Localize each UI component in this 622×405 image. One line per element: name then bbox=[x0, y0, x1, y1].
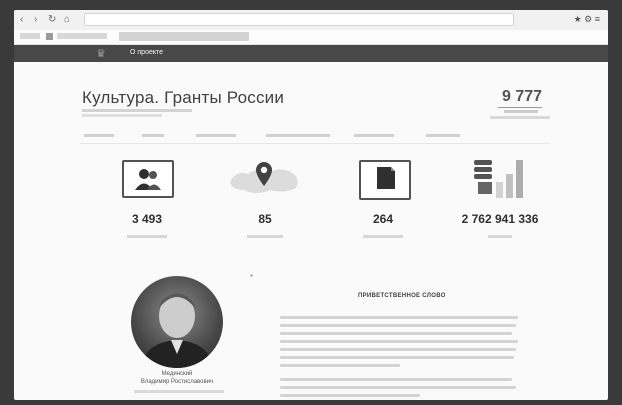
person-surname: Мединский bbox=[161, 371, 193, 377]
greeting-title: ПРИВЕТСТВЕННОЕ СЛОВО bbox=[358, 293, 446, 299]
text-line bbox=[280, 356, 514, 359]
text-line bbox=[280, 316, 518, 319]
people-icon bbox=[122, 160, 174, 198]
minister-photo bbox=[131, 276, 223, 368]
menu-item[interactable] bbox=[426, 134, 460, 137]
about-link[interactable]: О проекте bbox=[130, 49, 163, 56]
title-subtitle-line bbox=[82, 114, 162, 117]
menu-item[interactable] bbox=[84, 134, 114, 137]
stat-label bbox=[247, 235, 283, 238]
person-name: Мединский Владимир Ростиславович bbox=[114, 370, 240, 386]
menu-item[interactable] bbox=[142, 134, 164, 137]
address-bar[interactable] bbox=[84, 13, 514, 26]
stat-value-regions: 85 bbox=[258, 212, 272, 226]
site-topbar: ♛ О проекте bbox=[14, 45, 608, 62]
forward-icon[interactable]: › bbox=[34, 14, 37, 25]
total-count: 9 777 bbox=[501, 88, 543, 105]
home-icon[interactable]: ⌂ bbox=[64, 14, 70, 25]
browser-window: ‹ › ↻ ⌂ ★ ⚙ ≡ ♛ О проекте Культура. Гран… bbox=[14, 10, 608, 400]
document-icon bbox=[359, 160, 411, 200]
stat-label bbox=[488, 235, 512, 238]
reload-icon[interactable]: ↻ bbox=[48, 14, 56, 25]
total-label-line bbox=[504, 110, 538, 113]
total-label-line bbox=[490, 116, 550, 119]
browser-menu-icons[interactable]: ★ ⚙ ≡ bbox=[574, 14, 600, 25]
title-subtitle-line bbox=[82, 109, 192, 112]
menu-item[interactable] bbox=[196, 134, 236, 137]
menu-item[interactable] bbox=[266, 134, 330, 137]
stat-label bbox=[363, 235, 403, 238]
text-line bbox=[280, 386, 516, 389]
text-line bbox=[280, 324, 516, 327]
bookmark-item[interactable] bbox=[57, 33, 107, 39]
menu-item[interactable] bbox=[354, 134, 394, 137]
bookmark-item[interactable] bbox=[20, 33, 40, 39]
text-line bbox=[280, 340, 518, 343]
text-line bbox=[280, 394, 420, 397]
text-line bbox=[280, 332, 512, 335]
stat-label bbox=[127, 235, 167, 238]
stat-value-documents: 264 bbox=[372, 212, 394, 226]
total-underline bbox=[498, 107, 542, 108]
bookmarks-bar bbox=[14, 30, 608, 45]
person-given-name: Владимир Ростиславович bbox=[140, 379, 214, 385]
text-line bbox=[280, 378, 512, 381]
text-line bbox=[280, 348, 516, 351]
decorative-dot bbox=[250, 274, 253, 277]
coins-chart-icon bbox=[468, 156, 532, 200]
menu-divider bbox=[80, 143, 550, 144]
page-title: Культура. Гранты России bbox=[82, 88, 285, 107]
back-icon[interactable]: ‹ bbox=[20, 14, 23, 25]
stat-value-amount: 2 762 941 336 bbox=[461, 212, 539, 226]
map-pin-icon bbox=[226, 158, 302, 200]
emblem-icon[interactable]: ♛ bbox=[96, 47, 106, 60]
bookmark-icon[interactable] bbox=[46, 33, 53, 40]
stat-value-participants: 3 493 bbox=[131, 212, 163, 226]
bookmark-highlight[interactable] bbox=[119, 32, 249, 41]
text-line bbox=[280, 364, 400, 367]
person-position-line bbox=[134, 390, 224, 393]
browser-toolbar: ‹ › ↻ ⌂ ★ ⚙ ≡ bbox=[14, 10, 608, 31]
